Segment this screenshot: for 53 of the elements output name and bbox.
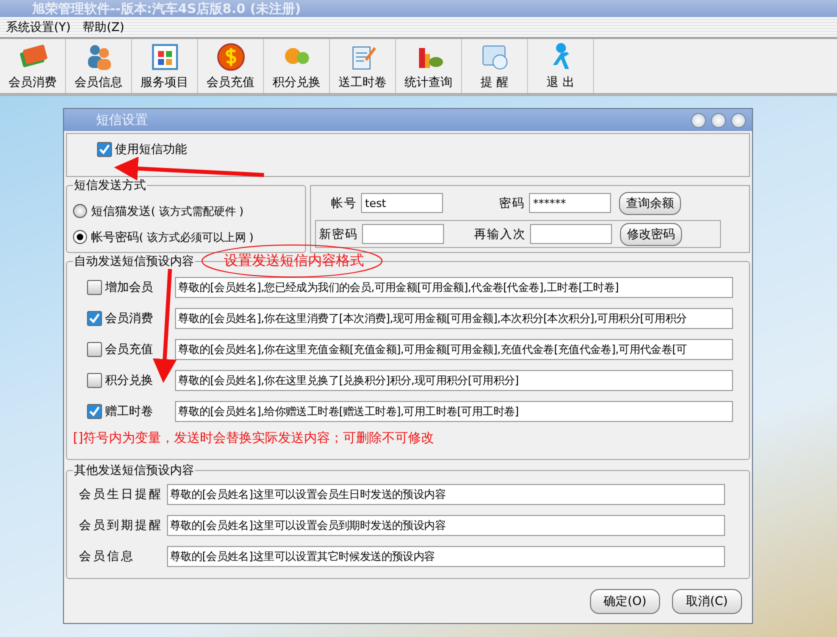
radio-button[interactable] [73, 230, 87, 244]
group-legend: 短信发送方式 [73, 177, 147, 194]
field-label: 密码 [498, 194, 525, 212]
field-label: 会员到期提醒 [78, 517, 164, 534]
window-control-icon[interactable] [691, 112, 706, 128]
window-control-icon[interactable] [711, 112, 726, 128]
checkbox-label: 会员消费 [105, 310, 153, 327]
menu-item[interactable]: 帮助(Z) [82, 18, 124, 36]
checkbox-label: 会员充值 [105, 341, 153, 358]
field-label: 帐号 [330, 194, 357, 212]
checkbox[interactable] [87, 342, 102, 357]
checkbox-label: 增加会员 [105, 279, 153, 296]
checkbox-label: 使用短信功能 [115, 140, 187, 158]
message-field[interactable]: 尊敬的[会员姓名]这里可以设置会员生日时发送的预设内容 [167, 484, 725, 505]
input-field[interactable] [530, 224, 612, 244]
field-label: 再输入次 [473, 226, 526, 242]
dialog-button[interactable]: 确定(O) [590, 588, 660, 614]
checkbox-label: 赠工时卷 [105, 403, 153, 420]
message-field[interactable]: 尊敬的[会员姓名],给你赠送工时卷[赠送工时卷],可用工时卷[可用工时卷] [175, 401, 733, 422]
password-field[interactable]: ****** [529, 193, 611, 213]
window-grid-icon [150, 42, 180, 72]
change-password-button[interactable]: 修改密码 [620, 222, 682, 246]
message-field[interactable]: 尊敬的[会员姓名],你在这里消费了[本次消费],现可用金额[可用金额],本次积分[本次积分],可用积分[可用积分 [175, 308, 733, 329]
input-field[interactable] [362, 224, 444, 244]
message-field[interactable]: 尊敬的[会员姓名],你在这里兑换了[兑换积分]积分,现可用积分[可用积分] [175, 370, 733, 391]
message-field[interactable]: 尊敬的[会员姓名],你在这里充值金额[充值金额],可用金额[可用金额],充值代金卷[充值代金卷],可用代金卷[可 [175, 339, 733, 360]
input-field[interactable]: test [361, 193, 443, 213]
checkbox[interactable] [97, 142, 112, 156]
group-legend: 自动发送短信预设内容 [73, 253, 195, 270]
field-label: 会员生日提醒 [78, 486, 164, 503]
radio-label: 帐号密码( 该方式必须可以上网 ) [91, 228, 254, 246]
radio-button[interactable] [73, 204, 87, 218]
group-legend: 其他发送短信预设内容 [73, 462, 195, 479]
message-field[interactable]: 尊敬的[会员姓名],您已经成为我们的会员,可用金额[可用金额],代金卷[代金卷],工时卷[工时卷] [175, 277, 733, 298]
field-label: 新密码 [318, 226, 358, 242]
checkbox[interactable] [87, 373, 102, 388]
field-label: 会员信息 [78, 548, 136, 565]
checkbox-label: 积分兑换 [105, 372, 153, 389]
query-balance-button[interactable]: 查询余额 [619, 192, 681, 214]
checkbox[interactable] [87, 280, 102, 295]
radio-label: 短信猫发送( 该方式需配硬件 ) [91, 202, 244, 220]
message-field[interactable]: 尊敬的[会员姓名]这里可以设置会员到期时发送的预设内容 [167, 515, 725, 536]
app-title: 旭荣管理软件--版本:汽车4S店版8.0 (未注册) [32, 0, 301, 18]
message-field[interactable]: 尊敬的[会员姓名]这里可以设置其它时候发送的预设内容 [167, 546, 725, 567]
checkbox[interactable] [87, 404, 102, 419]
hint-text: []符号内为变量，发送时会替换实际发送内容；可删除不可修改 [73, 430, 436, 448]
menu-item[interactable]: 系统设置(Y) [6, 18, 71, 36]
window-control-icon[interactable] [731, 112, 746, 128]
dialog-title: 短信设置 [96, 112, 148, 129]
checkbox[interactable] [87, 311, 102, 326]
dialog-button[interactable]: 取消(C) [672, 588, 742, 614]
dollar-coin-icon [216, 42, 246, 72]
annotation-text: 设置发送短信内容格式 [224, 252, 364, 270]
